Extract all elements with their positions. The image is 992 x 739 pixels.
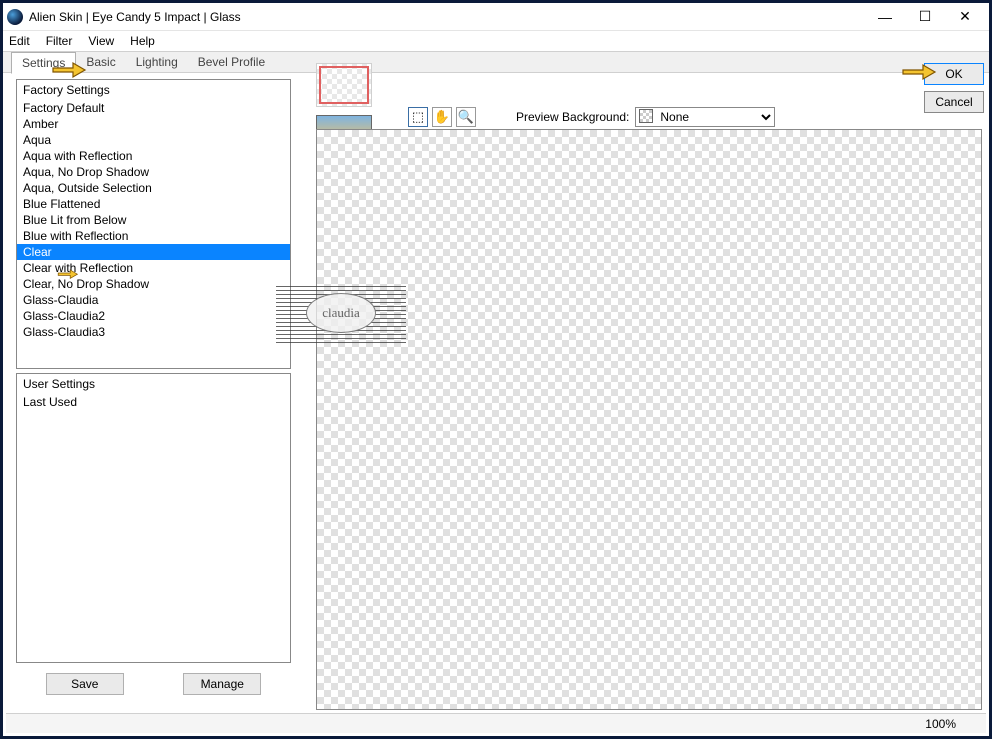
list-item[interactable]: Blue Flattened [17,196,290,212]
manage-button[interactable]: Manage [183,673,261,695]
hand-tool-icon[interactable]: ✋ [432,107,452,127]
menu-filter[interactable]: Filter [46,34,73,48]
list-item[interactable]: Glass-Claudia2 [17,308,290,324]
list-item[interactable]: Clear with Reflection [17,260,290,276]
list-item[interactable]: Glass-Claudia3 [17,324,290,340]
list-item[interactable]: Factory Default [17,100,290,116]
menubar: Edit Filter View Help [3,31,989,51]
user-settings-header: User Settings [17,374,290,394]
list-item[interactable]: Blue Lit from Below [17,212,290,228]
tab-bevel-profile[interactable]: Bevel Profile [188,52,275,72]
list-item[interactable]: Aqua with Reflection [17,148,290,164]
window-title: Alien Skin | Eye Candy 5 Impact | Glass [29,10,865,24]
list-item[interactable]: Last Used [17,394,290,410]
menu-edit[interactable]: Edit [9,34,30,48]
tab-settings[interactable]: Settings [11,52,76,74]
preview-background-select[interactable]: None [635,107,775,127]
preview-pane[interactable] [316,129,982,710]
preview-background-swatch [639,109,653,123]
preview-thumb-original[interactable] [316,63,372,107]
list-item[interactable]: Clear, No Drop Shadow [17,276,290,292]
list-item[interactable]: Amber [17,116,290,132]
tab-row: Settings Basic Lighting Bevel Profile [3,51,989,73]
maximize-button[interactable]: ☐ [905,5,945,29]
save-button[interactable]: Save [46,673,124,695]
user-settings-list[interactable]: User Settings Last Used [16,373,291,663]
cancel-button[interactable]: Cancel [924,91,984,113]
app-icon [7,9,23,25]
tab-basic[interactable]: Basic [76,52,125,72]
zoom-tool-icon[interactable]: 🔍 [456,107,476,127]
minimize-button[interactable]: — [865,5,905,29]
preview-background-label: Preview Background: [516,110,629,124]
menu-help[interactable]: Help [130,34,155,48]
list-item[interactable]: Blue with Reflection [17,228,290,244]
ok-button[interactable]: OK [924,63,984,85]
titlebar: Alien Skin | Eye Candy 5 Impact | Glass … [3,3,989,31]
list-item[interactable]: Clear [17,244,290,260]
move-tool-icon[interactable]: ⬚ [408,107,428,127]
zoom-level: 100% [925,717,956,731]
list-item[interactable]: Aqua, Outside Selection [17,180,290,196]
close-button[interactable]: ✕ [945,5,985,29]
tab-lighting[interactable]: Lighting [126,52,188,72]
factory-settings-list[interactable]: Factory Settings Factory DefaultAmberAqu… [16,79,291,369]
list-item[interactable]: Glass-Claudia [17,292,290,308]
factory-settings-header: Factory Settings [17,80,290,100]
list-item[interactable]: Aqua [17,132,290,148]
menu-view[interactable]: View [88,34,114,48]
list-item[interactable]: Aqua, No Drop Shadow [17,164,290,180]
statusbar: 100% [6,713,986,733]
